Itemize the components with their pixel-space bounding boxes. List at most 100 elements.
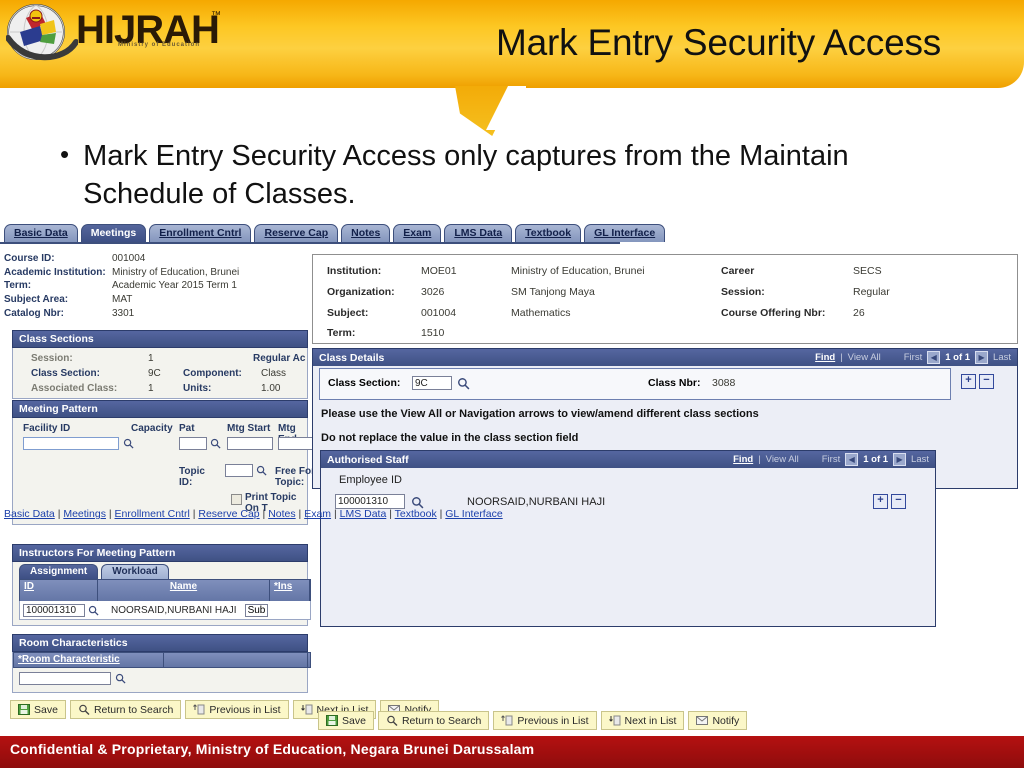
tab-basic-data[interactable]: Basic Data xyxy=(4,224,78,242)
course-offering-nbr-value: 26 xyxy=(853,307,865,319)
field-academic-institution: Academic Institution: Ministry of Educat… xyxy=(4,266,304,280)
staff-next-arrow-icon[interactable]: ▶ xyxy=(893,453,907,466)
link-basic-data[interactable]: Basic Data xyxy=(4,508,55,520)
save-icon-2 xyxy=(326,715,338,726)
tab-meetings-label: Meetings xyxy=(90,227,137,239)
tab-gl-interface[interactable]: GL Interface xyxy=(584,224,666,242)
staff-row-counter: 1 of 1 xyxy=(863,454,889,465)
column-name[interactable]: Name xyxy=(98,580,270,602)
instructor-role-value[interactable]: Sub xyxy=(244,603,269,617)
notify-button-2[interactable]: Notify xyxy=(688,711,748,730)
bullet-marker: • xyxy=(60,139,70,169)
notify-icon-2 xyxy=(696,715,709,726)
link-lms-data[interactable]: LMS Data xyxy=(340,508,387,520)
tab-lms-data[interactable]: LMS Data xyxy=(444,224,513,242)
instructor-id-input[interactable] xyxy=(23,603,85,617)
tab-bar: Basic Data Meetings Enrollment Cntrl Res… xyxy=(4,224,666,243)
print-topic-checkbox[interactable] xyxy=(231,494,242,505)
units-value: 1.00 xyxy=(261,383,281,394)
return-to-search-button-2[interactable]: Return to Search xyxy=(377,711,490,730)
subtab-workload[interactable]: Workload xyxy=(101,564,169,579)
course-offering-nbr-label: Course Offering Nbr: xyxy=(721,307,826,319)
bottom-link-row: Basic Data | Meetings | Enrollment Cntrl… xyxy=(4,508,503,520)
staff-delete-row-button[interactable]: − xyxy=(891,494,906,509)
class-section-row: Class Section: Class Nbr: 3088 xyxy=(319,368,951,400)
link-sep-1: | xyxy=(105,508,115,520)
find-link[interactable]: Find xyxy=(815,352,835,363)
view-all-link[interactable]: View All xyxy=(848,352,881,363)
notify-button-2-label: Notify xyxy=(712,714,740,727)
class-details-title: Class Details xyxy=(319,351,385,364)
staff-find-link[interactable]: Find xyxy=(733,454,753,465)
topic-id-lookup-icon[interactable] xyxy=(256,465,267,476)
facility-id-label: Facility ID xyxy=(23,423,71,434)
link-notes[interactable]: Notes xyxy=(268,508,295,520)
tab-enrollment-cntrl[interactable]: Enrollment Cntrl xyxy=(149,224,252,242)
first-link[interactable]: First xyxy=(904,352,922,363)
save-button[interactable]: Save xyxy=(10,700,66,719)
tab-exam[interactable]: Exam xyxy=(393,224,442,242)
next-icon xyxy=(300,704,313,715)
units-label: Units: xyxy=(183,383,212,394)
link-gl-interface[interactable]: GL Interface xyxy=(445,508,502,520)
class-nbr-label: Class Nbr: xyxy=(648,377,701,389)
logo-trademark: ™ xyxy=(211,10,221,21)
return-to-search-button[interactable]: Return to Search xyxy=(69,700,182,719)
link-enrollment-cntrl[interactable]: Enrollment Cntrl xyxy=(115,508,190,520)
instructor-id-lookup-icon[interactable] xyxy=(88,605,99,616)
return-to-search-label: Return to Search xyxy=(93,703,174,716)
search-icon xyxy=(78,704,90,716)
staff-previous-arrow-icon[interactable]: ◀ xyxy=(845,453,859,466)
tab-gl-interface-label: GL Interface xyxy=(594,227,656,239)
component-label: Component: xyxy=(183,368,242,379)
pat-label: Pat xyxy=(179,423,195,434)
topic-id-input[interactable] xyxy=(225,464,253,477)
link-reserve-cap[interactable]: Reserve Cap xyxy=(198,508,259,520)
pat-lookup-icon[interactable] xyxy=(210,438,221,449)
link-textbook[interactable]: Textbook xyxy=(395,508,437,520)
previous-in-list-button-2[interactable]: Previous in List xyxy=(493,711,597,730)
tab-reserve-cap[interactable]: Reserve Cap xyxy=(254,224,339,242)
tab-basic-data-label: Basic Data xyxy=(14,227,68,239)
employee-id-input[interactable] xyxy=(335,494,405,509)
link-meetings[interactable]: Meetings xyxy=(63,508,106,520)
room-characteristic-input[interactable] xyxy=(19,672,111,685)
staff-add-row-button[interactable]: + xyxy=(873,494,888,509)
tab-reserve-cap-label: Reserve Cap xyxy=(264,227,329,239)
tab-meetings[interactable]: Meetings xyxy=(80,224,147,242)
tab-textbook[interactable]: Textbook xyxy=(515,224,582,242)
last-link[interactable]: Last xyxy=(993,352,1011,363)
next-arrow-icon[interactable]: ▶ xyxy=(975,351,989,364)
pat-input[interactable] xyxy=(179,437,207,450)
class-section-lookup-icon[interactable] xyxy=(457,377,470,390)
peoplesoft-screenshot: Basic Data Meetings Enrollment Cntrl Res… xyxy=(0,222,1024,742)
mtg-start-input[interactable] xyxy=(227,437,273,450)
column-id[interactable]: ID xyxy=(20,580,98,602)
save-button-2[interactable]: Save xyxy=(318,711,374,730)
meeting-pattern-header: Meeting Pattern xyxy=(12,400,308,418)
field-catalog-nbr-label: Catalog Nbr: xyxy=(4,307,64,319)
previous-in-list-button[interactable]: Previous in List xyxy=(185,700,289,719)
room-characteristics-panel: Room Characteristics *Room Characteristi… xyxy=(12,634,311,693)
next-in-list-button-2[interactable]: Next in List xyxy=(600,711,685,730)
instructors-panel: Instructors For Meeting Pattern Assignme… xyxy=(12,544,311,626)
staff-last-link[interactable]: Last xyxy=(911,454,929,465)
session-label-right: Session: xyxy=(721,286,765,298)
link-exam[interactable]: Exam xyxy=(304,508,331,520)
column-instructor-role[interactable]: *Ins xyxy=(270,580,310,602)
class-section-input[interactable] xyxy=(412,376,452,390)
column-room-characteristic[interactable]: *Room Characteristic xyxy=(14,653,164,667)
tab-notes[interactable]: Notes xyxy=(341,224,391,242)
subtab-assignment[interactable]: Assignment xyxy=(19,564,99,579)
previous-arrow-icon[interactable]: ◀ xyxy=(927,351,941,364)
link-sep-5: | xyxy=(331,508,340,520)
field-course-id-label: Course ID: xyxy=(4,253,55,265)
institution-label: Institution: xyxy=(327,265,382,277)
room-characteristic-lookup-icon[interactable] xyxy=(115,673,126,684)
staff-first-link[interactable]: First xyxy=(822,454,840,465)
facility-id-input[interactable] xyxy=(23,437,119,450)
staff-view-all-link[interactable]: View All xyxy=(766,454,799,465)
class-details-add-row-button[interactable]: + xyxy=(961,374,976,389)
class-details-delete-row-button[interactable]: − xyxy=(979,374,994,389)
facility-id-lookup-icon[interactable] xyxy=(123,438,134,449)
